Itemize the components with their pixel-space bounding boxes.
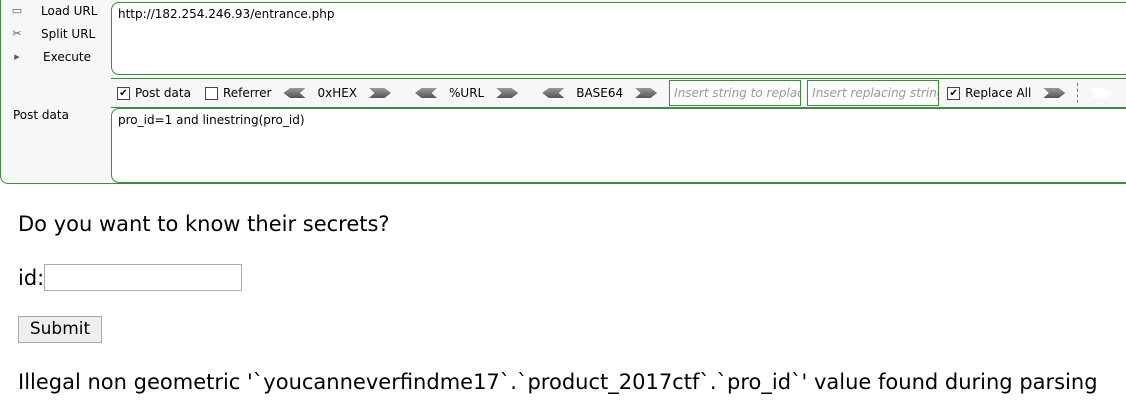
url-encode-arrow-icon[interactable] [496,88,519,98]
divider [1077,83,1079,103]
error-message: Illegal non geometric '`youcanneverfindm… [18,370,1098,394]
referrer-checkbox[interactable] [204,86,218,100]
options-row: ✔ Post data Referrer 0xHEX %URL BASE64 In… [111,78,1126,108]
scissors-icon: ✂ [12,27,22,40]
hex-encode-arrow-icon[interactable] [369,88,392,98]
base64-decode-arrow-icon[interactable] [542,88,565,98]
hackbar-panel: ▭ Load URL ✂ Split URL ▸ Execute http://182… [0,0,1126,184]
url-decode-arrow-icon[interactable] [415,88,438,98]
replace-string-input[interactable]: Insert string to replace [669,80,802,106]
replace-all-checkbox[interactable]: ✔ [947,86,961,100]
id-form-row: id: [18,264,243,291]
load-icon: ▭ [11,4,23,17]
replacing-string-input[interactable]: Insert replacing string [807,80,940,106]
split-url-button[interactable]: ✂ Split URL [9,27,95,41]
id-label: id: [18,265,45,290]
id-input[interactable] [44,264,243,291]
submit-button[interactable]: Submit [18,316,102,343]
post-data-label: Post data [13,108,69,122]
execute-button[interactable]: ▸ Execute [9,50,91,64]
post-data-checkbox[interactable]: ✔ [117,86,130,100]
base64-encode-arrow-icon[interactable] [635,88,658,98]
replace-arrow-icon[interactable] [1043,88,1066,98]
play-icon: ▸ [14,50,20,63]
hex-decode-arrow-icon[interactable] [283,88,306,98]
post-data-textarea[interactable]: pro_id=1 and linestring(pro_id) [111,108,1126,183]
page-heading: Do you want to know their secrets? [18,212,390,236]
next-arrow-icon[interactable] [1090,88,1113,98]
url-textarea[interactable]: http://182.254.246.93/entrance.php [111,2,1126,75]
load-url-button[interactable]: ▭ Load URL [9,4,98,18]
